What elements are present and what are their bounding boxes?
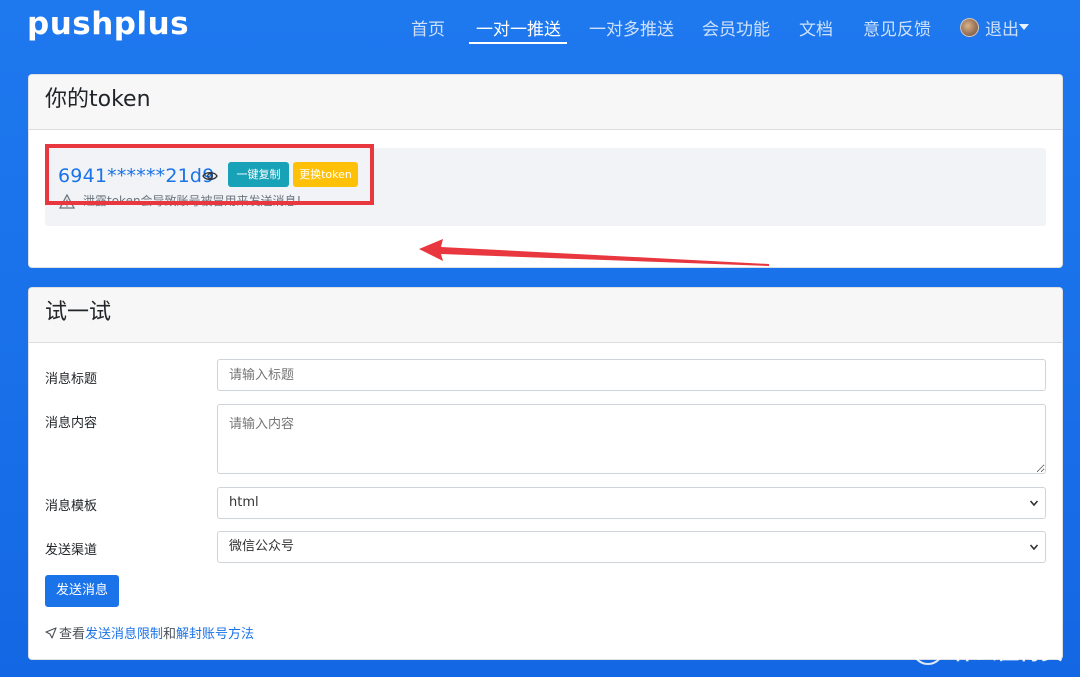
user-menu-logout[interactable]: 退出 (985, 15, 1019, 40)
try-card: 试一试 消息标题 消息内容 消息模板 html 发送渠道 微信公众号 发送消息 … (28, 287, 1063, 660)
user-avatar[interactable] (960, 18, 979, 37)
help-prefix-text: 查看 (59, 627, 86, 642)
nav-feedback[interactable]: 意见反馈 (863, 15, 931, 40)
help-middle-text: 和 (163, 627, 177, 642)
try-card-title: 试一试 (29, 288, 1062, 343)
chevron-down-icon[interactable] (1019, 24, 1029, 30)
send-limit-link[interactable]: 发送消息限制 (85, 627, 163, 642)
chevron-down-icon (1029, 500, 1039, 507)
token-card: 你的token 6941******21d9 一键复制 更换token 泄露to… (28, 74, 1063, 268)
watermark-text: 什么值得买 (953, 640, 1064, 665)
message-template-label: 消息模板 (45, 499, 98, 514)
nav-membership[interactable]: 会员功能 (702, 15, 770, 40)
help-links-line: 查看发送消息限制和解封账号方法 (45, 623, 254, 642)
message-title-label: 消息标题 (45, 372, 98, 387)
unban-account-link[interactable]: 解封账号方法 (176, 627, 254, 642)
nav-one-to-many[interactable]: 一对多推送 (589, 15, 674, 40)
annotation-arrow (419, 239, 769, 266)
chevron-down-icon (1029, 544, 1039, 551)
template-selected-value: html (229, 495, 259, 510)
message-content-textarea[interactable] (217, 404, 1046, 474)
channel-selected-value: 微信公众号 (229, 539, 295, 554)
message-content-label: 消息内容 (45, 416, 98, 431)
watermark: 值 什么值得买 (908, 631, 1078, 671)
brand-logo[interactable]: pushplus (27, 6, 189, 42)
watermark-logo-icon: 值 (912, 633, 944, 665)
message-template-select[interactable]: html (217, 487, 1046, 519)
nav-docs[interactable]: 文档 (799, 15, 833, 40)
send-icon (45, 627, 57, 639)
send-channel-select[interactable]: 微信公众号 (217, 531, 1046, 563)
nav-home[interactable]: 首页 (411, 15, 445, 40)
message-title-input[interactable] (217, 359, 1046, 391)
send-channel-label: 发送渠道 (45, 543, 98, 558)
nav-one-to-one[interactable]: 一对一推送 (469, 15, 567, 44)
send-message-button[interactable]: 发送消息 (45, 575, 119, 607)
annotation-highlight-box (45, 144, 374, 205)
token-card-title: 你的token (29, 75, 1062, 130)
top-navbar: pushplus 首页 一对一推送 一对多推送 会员功能 文档 意见反馈 退出 (0, 0, 1080, 56)
